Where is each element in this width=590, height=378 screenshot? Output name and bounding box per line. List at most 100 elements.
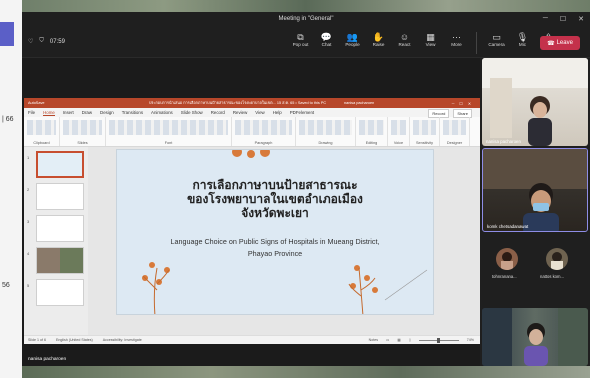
- floral-decoration: [142, 150, 428, 314]
- view-label: View: [425, 42, 436, 47]
- ribbon-group-label: Paragraph: [254, 141, 273, 145]
- title-bar: Meeting in "General" ─ ☐ ✕: [22, 12, 590, 28]
- zoom-slider[interactable]: [418, 337, 459, 343]
- slide-thumbnail-5[interactable]: [36, 279, 84, 306]
- ribbon-group-clipboard[interactable]: Clipboard: [24, 117, 60, 146]
- more-icon: ···: [452, 32, 461, 42]
- slide-number: 5: [27, 283, 30, 288]
- slide-canvas[interactable]: การเลือกภาษาบนป้ายสาธารณะ ของโรงพยาบาลใน…: [116, 149, 434, 315]
- react-label: React: [398, 42, 411, 47]
- participant-name: nanisa pacharoen: [486, 139, 521, 144]
- ribbon-group-font[interactable]: Font: [106, 117, 232, 146]
- menu-home[interactable]: Home: [43, 110, 55, 116]
- meeting-toolbar: ♡ ⛉ 07:59 ⧉ Pop out 💬 Chat 👥 People ✋ Raise …: [22, 28, 590, 58]
- menu-design[interactable]: Design: [100, 110, 114, 115]
- minimize-icon[interactable]: ─: [543, 15, 548, 23]
- view-icon: ▦: [426, 32, 435, 42]
- reading-view-icon[interactable]: ▯: [409, 338, 411, 342]
- accessibility-status[interactable]: Accessibility: Investigate: [103, 338, 142, 342]
- more-label: More: [451, 42, 462, 47]
- pop-out-button[interactable]: ⧉ Pop out: [292, 32, 309, 54]
- ribbon-group-paragraph[interactable]: Paragraph: [232, 117, 296, 146]
- raise-hand-label: Raise: [372, 42, 385, 47]
- ribbon-group-label: Slides: [77, 141, 88, 145]
- chat-button[interactable]: 💬 Chat: [318, 32, 335, 54]
- raise-hand-button[interactable]: ✋ Raise: [370, 32, 387, 54]
- ppt-user-name: nanisa pacharoen: [344, 101, 375, 105]
- people-button[interactable]: 👥 People: [344, 32, 361, 54]
- participant-video-2[interactable]: komk chetsadanawat: [482, 148, 588, 232]
- normal-view-icon[interactable]: ▭: [386, 338, 389, 342]
- heart-icon[interactable]: ♡: [28, 38, 33, 45]
- camera-button[interactable]: ▭ Camera: [488, 32, 505, 54]
- menu-transitions[interactable]: Transitions: [122, 110, 143, 115]
- shield-icon: ⛉: [39, 38, 44, 44]
- ribbon-group-label: Font: [164, 141, 173, 145]
- powerpoint-window[interactable]: AutoSave ประกอบการนำเสนอ การเลือกภาษาบนป…: [24, 98, 480, 344]
- menu-draw[interactable]: Draw: [82, 110, 92, 115]
- slide-thumbnail-4[interactable]: [36, 247, 84, 274]
- participant-5-video-frame: [482, 308, 588, 366]
- avatar-3-image: [501, 252, 513, 270]
- ribbon-group-sensitivity[interactable]: Sensitivity: [410, 117, 440, 146]
- participant-avatar-3[interactable]: [496, 248, 518, 270]
- autosave-toggle[interactable]: AutoSave: [28, 101, 44, 105]
- participant-video-5[interactable]: [482, 308, 588, 366]
- participant-avatar-4[interactable]: [546, 248, 568, 270]
- ribbon-group-voice[interactable]: Voice: [388, 117, 410, 146]
- chat-icon: 💬: [320, 32, 333, 42]
- menu-pdfelement[interactable]: PDFelement: [290, 110, 314, 115]
- meeting-timer: 07:59: [49, 38, 65, 45]
- menu-file[interactable]: File: [28, 110, 35, 115]
- slide-number: 4: [27, 251, 30, 256]
- ppt-window-controls[interactable]: ─☐✕: [452, 101, 476, 106]
- thai-title-line-1: การเลือกภาษาบนป้ายสาธารณะ: [192, 178, 358, 192]
- view-button[interactable]: ▦ View: [422, 32, 439, 54]
- participant-1-video-frame: [482, 58, 588, 146]
- zoom-level[interactable]: 74%: [467, 338, 474, 342]
- menu-view[interactable]: View: [255, 110, 264, 115]
- menu-record[interactable]: Record: [211, 110, 225, 115]
- menu-slide-show[interactable]: Slide Show: [181, 110, 203, 115]
- slide-number: 2: [27, 187, 30, 192]
- camera-label: Camera: [488, 42, 505, 47]
- language-status[interactable]: English (United States): [56, 338, 93, 342]
- more-button[interactable]: ··· More: [448, 32, 465, 54]
- ribbon-group-label: Drawing: [318, 141, 333, 145]
- mic-button[interactable]: 🎙 Mic: [514, 32, 531, 54]
- slide-thumbnail-1[interactable]: [36, 151, 84, 178]
- toolbar-buttons: ⧉ Pop out 💬 Chat 👥 People ✋ Raise ☺ React ▦ Vi…: [292, 32, 557, 54]
- background-app-strip: | 66 56: [0, 0, 22, 378]
- ribbon-group-drawing[interactable]: Drawing: [296, 117, 356, 146]
- pop-out-label: Pop out: [292, 42, 309, 47]
- window-title: Meeting in "General": [278, 16, 334, 22]
- menu-help[interactable]: Help: [273, 110, 282, 115]
- background-number-2: 56: [2, 282, 10, 289]
- app-accent-bar: [0, 22, 14, 46]
- ppt-ribbon: Clipboard Slides Font Paragraph Drawing …: [24, 117, 480, 147]
- ribbon-group-slides[interactable]: Slides: [60, 117, 106, 146]
- ribbon-group-editing[interactable]: Editing: [356, 117, 388, 146]
- participant-name: tohnranana...: [492, 274, 517, 279]
- slide-thumbnail-3[interactable]: [36, 215, 84, 242]
- maximize-icon[interactable]: ☐: [560, 15, 566, 23]
- slide-thumbnail-2[interactable]: [36, 183, 84, 210]
- ppt-title-bar: AutoSave ประกอบการนำเสนอ การเลือกภาษาบนป…: [24, 98, 480, 108]
- leave-button[interactable]: ☎ Leave: [540, 36, 580, 50]
- menu-insert[interactable]: Insert: [63, 110, 74, 115]
- notes-button[interactable]: Notes: [369, 338, 378, 342]
- react-button[interactable]: ☺ React: [396, 32, 413, 54]
- participant-2-video-frame: [483, 149, 587, 231]
- ppt-doc-title: ประกอบการนำเสนอ การเลือกภาษาบนป้ายสาธารณ…: [149, 101, 327, 105]
- toolbar-divider: [476, 32, 477, 54]
- close-icon[interactable]: ✕: [578, 15, 584, 23]
- menu-animations[interactable]: Animations: [151, 110, 173, 115]
- ribbon-group-label: Sensitivity: [415, 141, 434, 145]
- menu-review[interactable]: Review: [233, 110, 247, 115]
- ribbon-group-designer[interactable]: Designer: [440, 117, 470, 146]
- english-title-line-1: Language Choice on Public Signs of Hospi…: [170, 237, 380, 246]
- participant-video-1[interactable]: nanisa pacharoen: [482, 58, 588, 146]
- sorter-view-icon[interactable]: ▦: [397, 338, 400, 342]
- slide-thumbnail-pane: 1 2 3 4 5: [24, 147, 88, 335]
- slide-number: 3: [27, 219, 30, 224]
